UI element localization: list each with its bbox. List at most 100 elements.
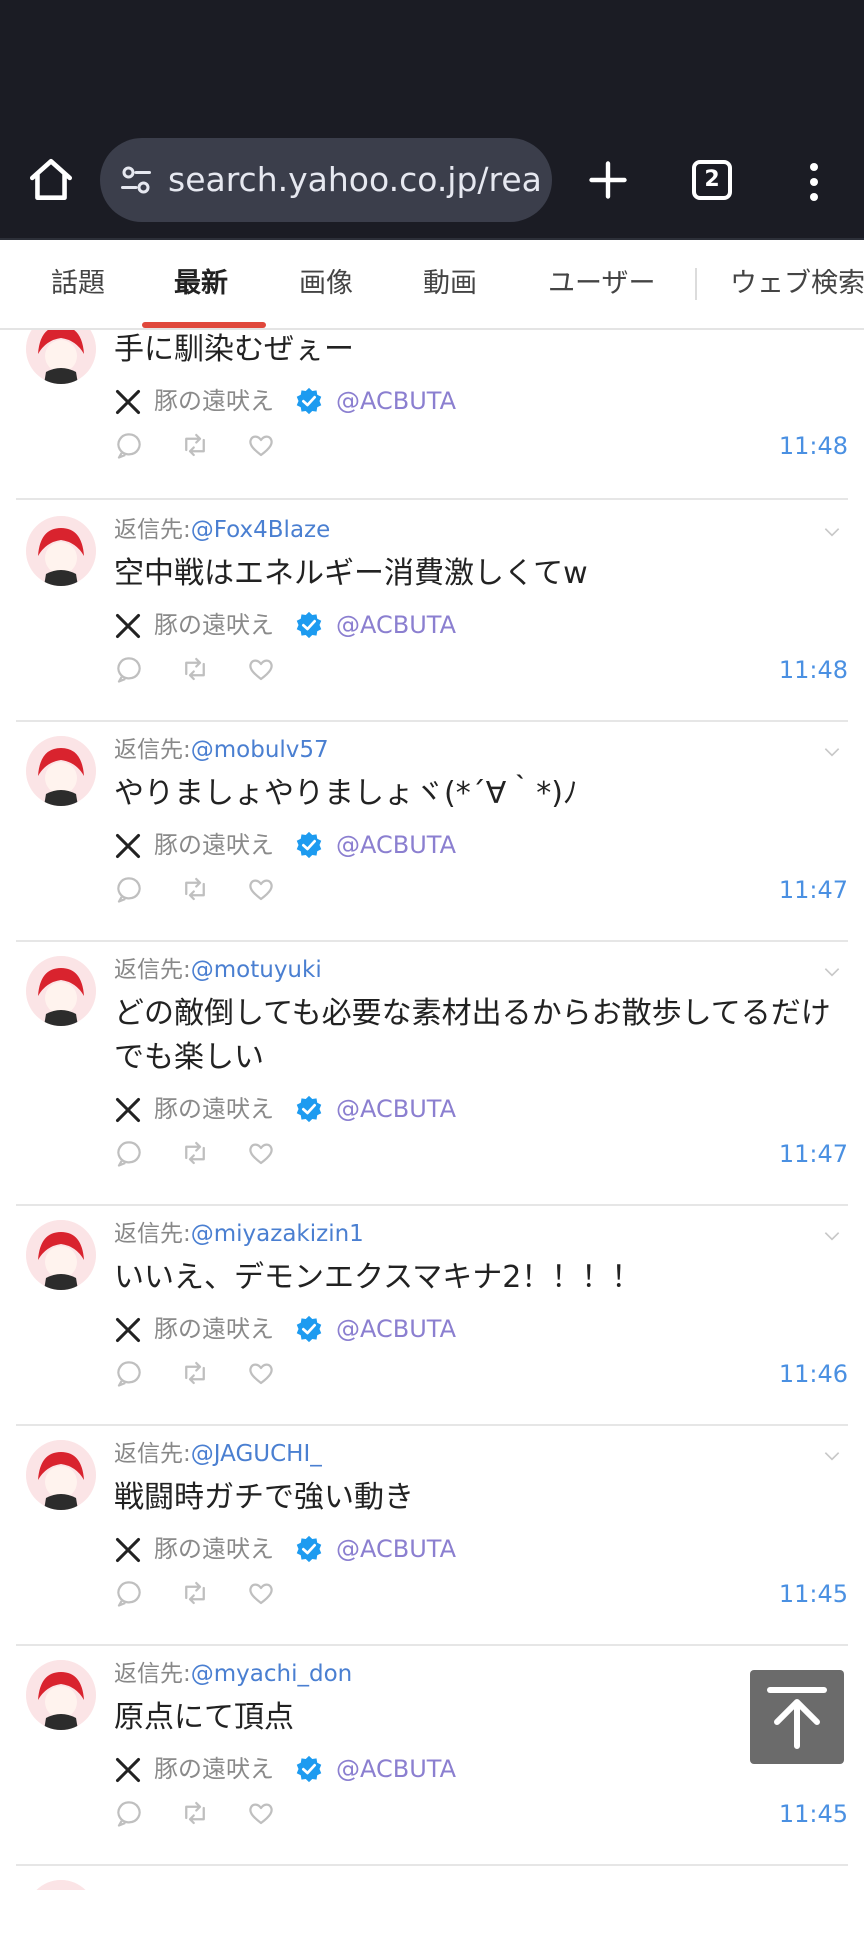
- verified-badge-icon: [296, 1755, 322, 1783]
- tweet-time[interactable]: 11:45: [779, 1578, 848, 1610]
- like-icon[interactable]: [246, 874, 276, 904]
- tweet-item[interactable]: 返信先:@miyazakizin1 いいえ、デモンエクスマキナ2！！！！ 豚の遠…: [16, 1204, 848, 1426]
- tweet-time[interactable]: 11:48: [779, 654, 848, 686]
- reply-to-handle[interactable]: @JAGUCHI_: [191, 1441, 322, 1467]
- action-bar: 11:47: [114, 874, 848, 908]
- like-icon[interactable]: [246, 1578, 276, 1608]
- avatar[interactable]: [26, 330, 96, 384]
- chevron-down-icon[interactable]: [822, 742, 842, 762]
- author-name: 豚の遠吠え: [154, 1755, 274, 1783]
- avatar[interactable]: [26, 1880, 96, 1890]
- author-handle[interactable]: @ACBUTA: [336, 1532, 456, 1566]
- reply-icon[interactable]: [114, 874, 144, 904]
- reply-icon[interactable]: [114, 1798, 144, 1828]
- action-bar: 11:45: [114, 1578, 848, 1612]
- author-handle[interactable]: @ACBUTA: [336, 828, 456, 862]
- arrow-up-icon: [767, 1687, 827, 1749]
- reply-to-handle[interactable]: @miyazakizin1: [191, 1221, 364, 1247]
- tab-images[interactable]: 画像: [299, 264, 353, 304]
- like-icon[interactable]: [246, 1358, 276, 1388]
- reply-icon[interactable]: [114, 1138, 144, 1168]
- reply-to-handle[interactable]: @Fox4Blaze: [191, 517, 331, 543]
- chevron-down-icon[interactable]: [822, 1446, 842, 1466]
- retweet-icon[interactable]: [180, 1358, 210, 1388]
- author-name: 豚の遠吠え: [154, 1315, 274, 1343]
- site-settings-icon[interactable]: [118, 162, 154, 198]
- reply-icon[interactable]: [114, 1578, 144, 1608]
- category-tab-bar: 話題 最新 画像 動画 ユーザー ウェブ検索: [0, 240, 864, 330]
- tweet-text: 手に馴染むぜぇー: [114, 332, 354, 367]
- avatar[interactable]: [26, 1440, 96, 1510]
- verified-badge-icon: [296, 1535, 322, 1563]
- action-bar: 11:48: [114, 430, 848, 464]
- retweet-icon[interactable]: [180, 1798, 210, 1828]
- url-text[interactable]: search.yahoo.co.jp/realt: [168, 158, 540, 202]
- reply-prefix: 返信先:: [114, 957, 191, 983]
- tweet-item[interactable]: 返信先:@myachi_don 原点にて頂点 豚の遠吠え @ACBUTA 11:…: [16, 1644, 848, 1866]
- reply-icon[interactable]: [114, 654, 144, 684]
- tweet-item[interactable]: 返信先:@JAGUCHI_ 戦闘時ガチで強い動き 豚の遠吠え @ACBUTA 1…: [16, 1424, 848, 1646]
- author-handle[interactable]: @ACBUTA: [336, 1092, 456, 1126]
- verified-badge-icon: [296, 611, 322, 639]
- retweet-icon[interactable]: [180, 1578, 210, 1608]
- avatar[interactable]: [26, 516, 96, 586]
- home-icon[interactable]: [26, 155, 76, 205]
- tweet-time[interactable]: 11:47: [779, 1138, 848, 1170]
- address-bar[interactable]: search.yahoo.co.jp/realt: [100, 138, 552, 222]
- retweet-icon[interactable]: [180, 1138, 210, 1168]
- reply-to-handle[interactable]: @myachi_don: [191, 1661, 352, 1687]
- like-icon[interactable]: [246, 430, 276, 460]
- overflow-menu-icon[interactable]: [802, 160, 826, 204]
- tweet-text: やりましょやりましょヾ(*´∀｀*)ﾉ: [114, 776, 578, 811]
- chevron-down-icon[interactable]: [822, 522, 842, 542]
- reply-to-handle[interactable]: @motuyuki: [191, 957, 322, 983]
- tweet-text: 戦闘時ガチで強い動き: [114, 1480, 414, 1515]
- tab-videos[interactable]: 動画: [423, 264, 477, 304]
- author-handle[interactable]: @ACBUTA: [336, 608, 456, 642]
- author-name: 豚の遠吠え: [154, 1095, 274, 1123]
- tweet-item[interactable]: 手に馴染むぜぇー 豚の遠吠え @ACBUTA 11:48: [16, 330, 848, 500]
- new-tab-icon[interactable]: [586, 158, 630, 202]
- reply-to-line: 返信先:@Fox4Blaze: [114, 514, 330, 546]
- reply-to-handle[interactable]: @mobulv57: [191, 737, 329, 763]
- retweet-icon[interactable]: [180, 654, 210, 684]
- tweet-item[interactable]: 返信先:@Fox4Blaze 空中戦はエネルギー消費激しくてw 豚の遠吠え @A…: [16, 500, 848, 722]
- like-icon[interactable]: [246, 654, 276, 684]
- chevron-down-icon[interactable]: [822, 962, 842, 982]
- avatar[interactable]: [26, 956, 96, 1026]
- verified-badge-icon: [296, 831, 322, 859]
- reply-icon[interactable]: [114, 430, 144, 460]
- reply-icon[interactable]: [114, 1358, 144, 1388]
- tweet-item[interactable]: [16, 1864, 848, 1890]
- tweet-text: 原点にて頂点: [114, 1700, 294, 1735]
- reply-to-line: 返信先:@myachi_don: [114, 1658, 352, 1690]
- tweet-time[interactable]: 11:46: [779, 1358, 848, 1390]
- author-name: 豚の遠吠え: [154, 387, 274, 415]
- avatar[interactable]: [26, 736, 96, 806]
- tab-switcher-button[interactable]: 2: [692, 160, 732, 200]
- retweet-icon[interactable]: [180, 430, 210, 460]
- tweet-item[interactable]: 返信先:@mobulv57 やりましょやりましょヾ(*´∀｀*)ﾉ 豚の遠吠え …: [16, 720, 848, 942]
- x-logo-icon: [115, 1097, 141, 1123]
- tweet-time[interactable]: 11:45: [779, 1798, 848, 1830]
- tweet-time[interactable]: 11:48: [779, 430, 848, 462]
- scroll-to-top-button[interactable]: [750, 1670, 844, 1764]
- chevron-down-icon[interactable]: [822, 1226, 842, 1246]
- tweet-time[interactable]: 11:47: [779, 874, 848, 906]
- reply-prefix: 返信先:: [114, 517, 191, 543]
- active-tab-indicator: [142, 322, 266, 328]
- author-handle[interactable]: @ACBUTA: [336, 1312, 456, 1346]
- like-icon[interactable]: [246, 1138, 276, 1168]
- tab-latest[interactable]: 最新: [174, 264, 228, 304]
- tab-web-search[interactable]: ウェブ検索: [730, 264, 864, 304]
- author-handle[interactable]: @ACBUTA: [336, 1752, 456, 1786]
- tab-users[interactable]: ユーザー: [548, 264, 655, 304]
- retweet-icon[interactable]: [180, 874, 210, 904]
- avatar[interactable]: [26, 1660, 96, 1730]
- action-bar: 11:46: [114, 1358, 848, 1392]
- tweet-item[interactable]: 返信先:@motuyuki どの敵倒しても必要な素材出るからお散歩してるだけでも…: [16, 940, 848, 1206]
- author-handle[interactable]: @ACBUTA: [336, 384, 456, 418]
- avatar[interactable]: [26, 1220, 96, 1290]
- like-icon[interactable]: [246, 1798, 276, 1828]
- tab-topics[interactable]: 話題: [51, 264, 105, 304]
